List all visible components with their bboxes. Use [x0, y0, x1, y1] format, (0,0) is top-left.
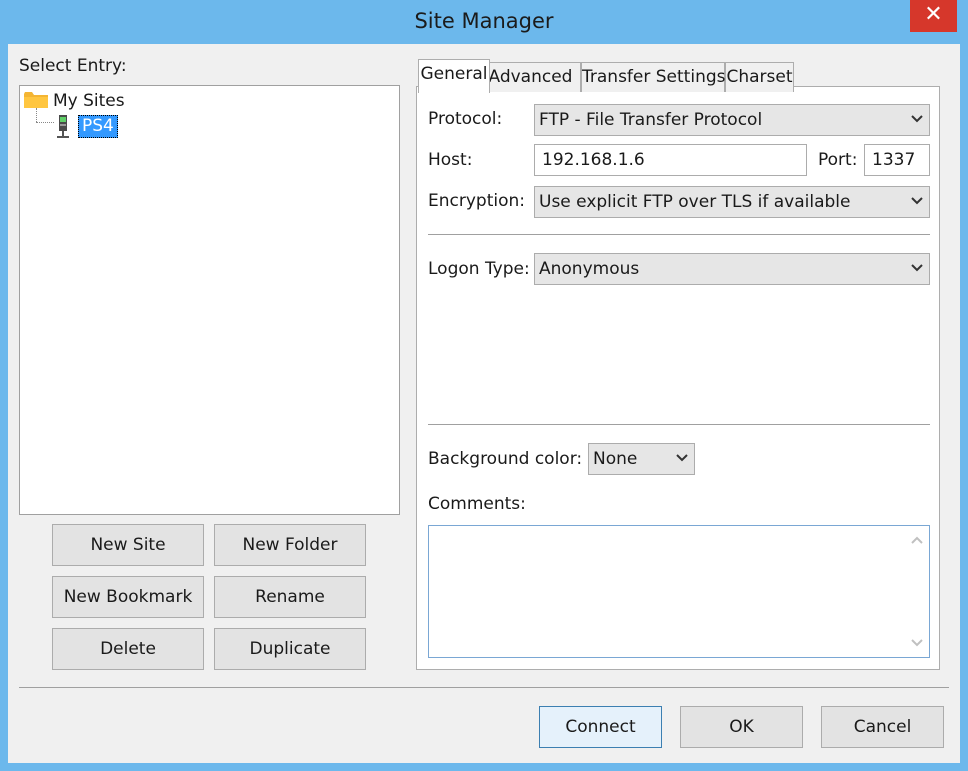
folder-icon: [24, 91, 48, 109]
site-manager-window: Site Manager ✕ Select Entry: My Sites PS…: [0, 0, 968, 771]
protocol-select[interactable]: FTP - File Transfer Protocol: [534, 104, 930, 136]
background-color-label: Background color:: [428, 449, 583, 469]
server-icon: [56, 115, 70, 139]
host-label: Host:: [428, 150, 473, 170]
rename-button[interactable]: Rename: [214, 576, 366, 618]
chevron-down-icon: [911, 115, 923, 123]
tab-charset[interactable]: Charset: [725, 62, 794, 92]
tab-advanced[interactable]: Advanced: [480, 62, 581, 92]
background-color-value: None: [593, 449, 638, 469]
comments-textarea[interactable]: [428, 525, 930, 658]
close-icon: ✕: [924, 2, 943, 27]
select-entry-label: Select Entry:: [19, 56, 127, 76]
comments-scrollbar[interactable]: [905, 526, 929, 657]
site-tree[interactable]: My Sites PS4: [19, 85, 400, 515]
chevron-down-icon: [676, 454, 688, 462]
connect-button[interactable]: Connect: [539, 706, 662, 748]
new-site-button[interactable]: New Site: [52, 524, 204, 566]
logon-type-select[interactable]: Anonymous: [534, 253, 930, 285]
separator: [428, 234, 930, 235]
encryption-value: Use explicit FTP over TLS if available: [539, 192, 851, 212]
scroll-down-icon[interactable]: [911, 638, 923, 648]
background-color-select[interactable]: None: [588, 443, 695, 475]
new-folder-button[interactable]: New Folder: [214, 524, 366, 566]
logon-type-label: Logon Type:: [428, 259, 530, 279]
comments-label: Comments:: [428, 494, 526, 514]
separator: [428, 424, 930, 425]
tab-general[interactable]: General: [418, 59, 490, 93]
port-label: Port:: [818, 150, 858, 170]
tree-root-my-sites[interactable]: My Sites: [53, 91, 125, 111]
tree-connector: [36, 122, 54, 123]
duplicate-button[interactable]: Duplicate: [214, 628, 366, 670]
protocol-value: FTP - File Transfer Protocol: [539, 110, 763, 130]
encryption-select[interactable]: Use explicit FTP over TLS if available: [534, 186, 930, 218]
encryption-label: Encryption:: [428, 191, 525, 211]
scroll-up-icon[interactable]: [911, 536, 923, 546]
new-bookmark-button[interactable]: New Bookmark: [52, 576, 204, 618]
tab-transfer-settings[interactable]: Transfer Settings: [581, 62, 726, 92]
delete-button[interactable]: Delete: [52, 628, 204, 670]
tree-connector: [36, 108, 37, 122]
logon-type-value: Anonymous: [539, 259, 640, 279]
tree-item-ps4[interactable]: PS4: [78, 115, 118, 138]
chevron-down-icon: [911, 197, 923, 205]
port-input[interactable]: 1337: [864, 144, 930, 176]
dialog-body: Select Entry: My Sites PS4 New Site New …: [8, 44, 960, 763]
window-title: Site Manager: [414, 9, 554, 33]
host-input[interactable]: 192.168.1.6: [534, 144, 807, 176]
title-bar: Site Manager ✕: [0, 0, 968, 44]
cancel-button[interactable]: Cancel: [821, 706, 944, 748]
close-button[interactable]: ✕: [910, 0, 957, 32]
ok-button[interactable]: OK: [680, 706, 803, 748]
chevron-down-icon: [911, 264, 923, 272]
separator: [19, 687, 949, 688]
protocol-label: Protocol:: [428, 109, 503, 129]
